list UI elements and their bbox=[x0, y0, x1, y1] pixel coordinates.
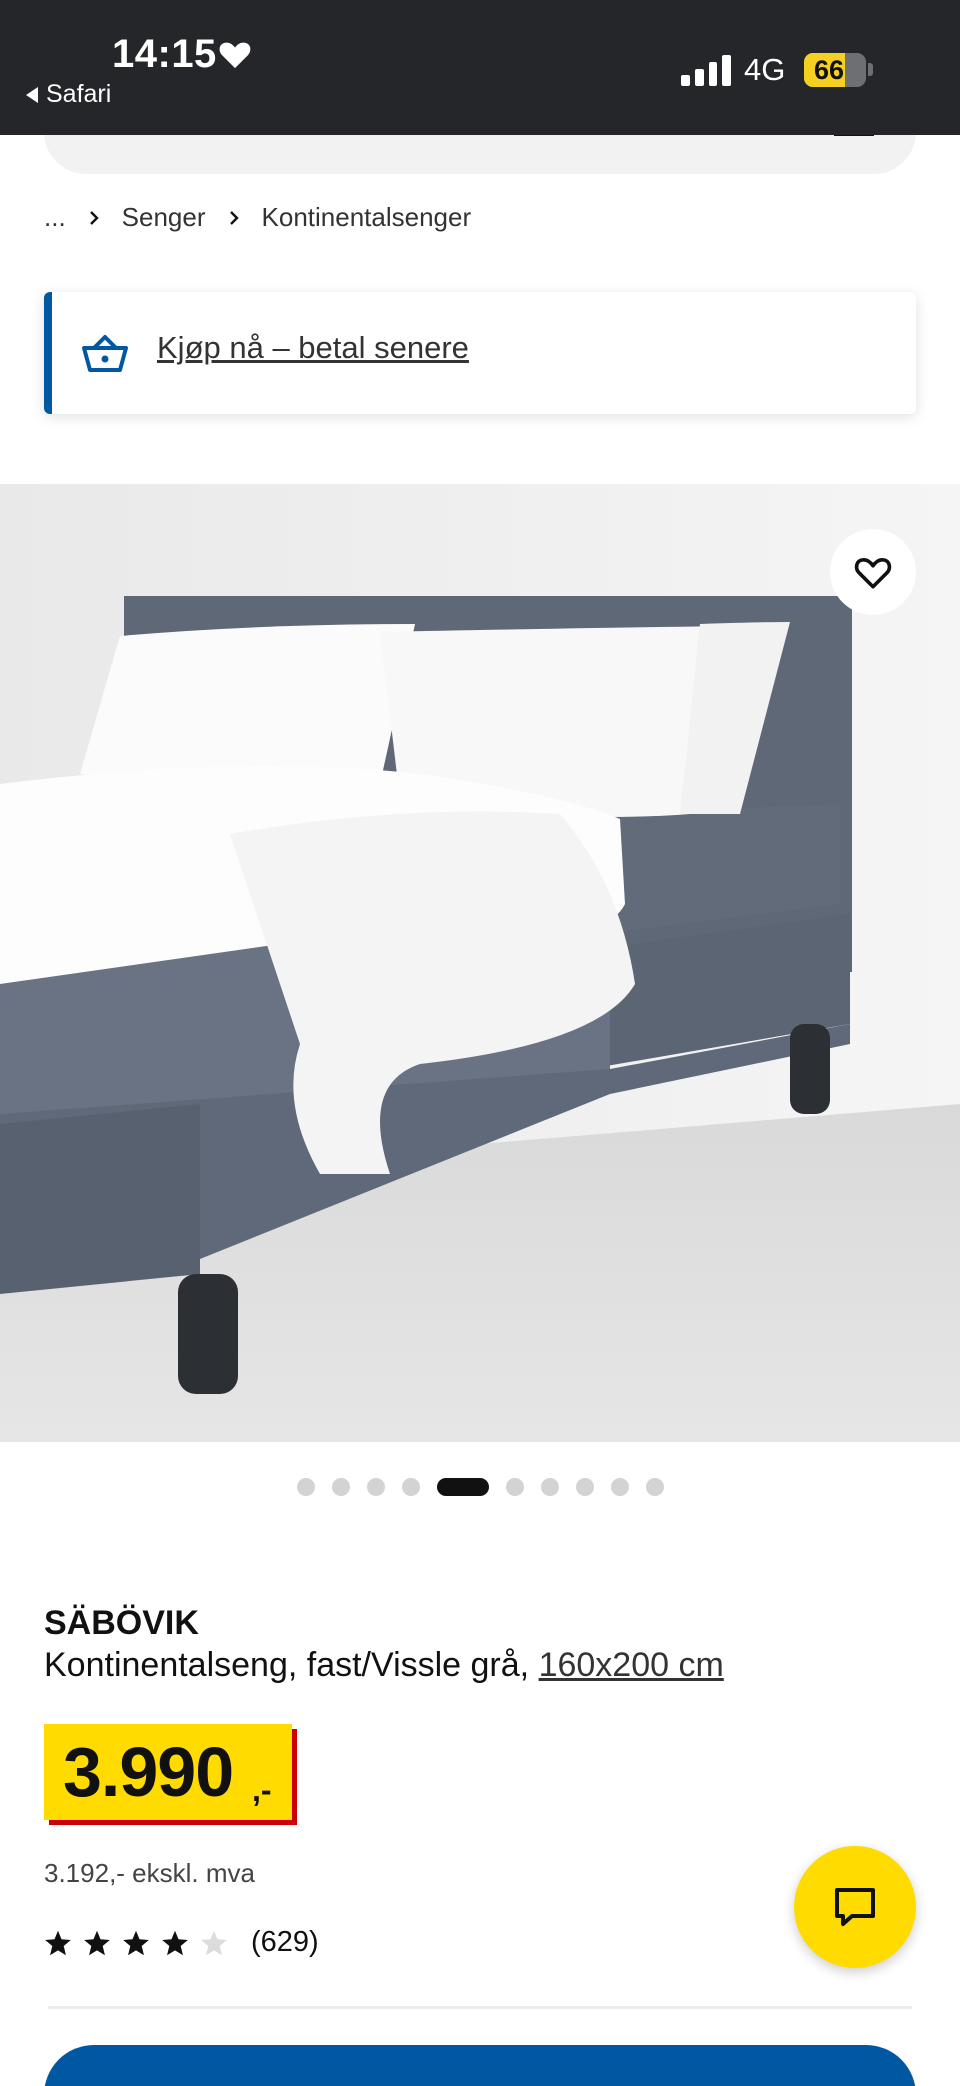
price-amount: 3.990 bbox=[63, 1733, 234, 1811]
size-link[interactable]: 160x200 cm bbox=[539, 1646, 724, 1684]
buy-now-pay-later-banner[interactable]: Kjøp nå – betal senere bbox=[44, 292, 916, 414]
star-filled-icon bbox=[123, 1930, 149, 1955]
price-excl-vat: 3.192,- ekskl. mva bbox=[44, 1858, 255, 1888]
heart-status-icon bbox=[219, 42, 251, 69]
star-filled-icon bbox=[162, 1930, 188, 1955]
favorite-button[interactable] bbox=[830, 529, 916, 615]
image-carousel-indicator bbox=[0, 1477, 960, 1497]
review-count[interactable]: (629) bbox=[251, 1926, 319, 1959]
network-type: 4G bbox=[744, 52, 786, 87]
breadcrumb-item-senger[interactable]: Senger bbox=[122, 202, 206, 233]
carousel-dot[interactable] bbox=[645, 1478, 664, 1496]
heart-outline-icon bbox=[854, 558, 892, 589]
battery-icon: 66 bbox=[804, 53, 866, 87]
breadcrumb-item-kontinentalsenger[interactable]: Kontinentalsenger bbox=[262, 202, 472, 233]
product-description: Kontinentalseng, fast/Vissle grå, 160x20… bbox=[44, 1646, 724, 1685]
back-to-safari[interactable]: Safari bbox=[26, 80, 111, 109]
add-to-cart-button[interactable] bbox=[44, 2045, 916, 2086]
carousel-dot[interactable] bbox=[436, 1478, 489, 1496]
product-image[interactable] bbox=[0, 484, 960, 1442]
breadcrumb: ... Senger Kontinentalsenger bbox=[44, 202, 471, 233]
carousel-dot[interactable] bbox=[610, 1478, 629, 1496]
chat-button[interactable] bbox=[794, 1846, 916, 1968]
chat-bubble-icon bbox=[835, 1888, 875, 1926]
carousel-dot[interactable] bbox=[331, 1478, 350, 1496]
carousel-dot[interactable] bbox=[575, 1478, 594, 1496]
carousel-dot[interactable] bbox=[296, 1478, 315, 1496]
chevron-right-icon bbox=[229, 210, 239, 225]
clock: 14:15 bbox=[112, 32, 217, 76]
product-description-text: Kontinentalseng, fast/Vissle grå, bbox=[44, 1646, 539, 1684]
product-name: SÄBÖVIK bbox=[44, 1604, 199, 1642]
buy-now-pay-later-link[interactable]: Kjøp nå – betal senere bbox=[157, 330, 469, 366]
chevron-right-icon bbox=[89, 210, 99, 225]
carousel-dot[interactable] bbox=[505, 1478, 524, 1496]
bed-photo bbox=[0, 484, 960, 1442]
banner-accent-bar bbox=[44, 292, 52, 414]
divider bbox=[48, 2006, 912, 2009]
shopping-basket-icon bbox=[82, 335, 128, 372]
back-label: Safari bbox=[46, 80, 112, 108]
star-empty-icon bbox=[201, 1930, 227, 1955]
rating[interactable]: (629) bbox=[44, 1926, 319, 1959]
status-bar: 14:15 Safari 4G 66 bbox=[0, 0, 960, 135]
carousel-dot[interactable] bbox=[366, 1478, 385, 1496]
battery-level: 66 bbox=[813, 55, 845, 85]
breadcrumb-ellipsis[interactable]: ... bbox=[44, 202, 66, 233]
price-suffix: ,- bbox=[252, 1772, 272, 1808]
rating-stars bbox=[44, 1929, 228, 1957]
star-filled-icon bbox=[84, 1930, 110, 1955]
carousel-dot[interactable] bbox=[540, 1478, 559, 1496]
back-arrow-icon bbox=[26, 86, 38, 103]
star-filled-icon bbox=[45, 1930, 71, 1955]
carousel-dot[interactable] bbox=[401, 1478, 420, 1496]
signal-icon bbox=[681, 54, 731, 86]
price-box: 3.990 ,- bbox=[44, 1724, 292, 1820]
battery-cap bbox=[868, 63, 873, 76]
